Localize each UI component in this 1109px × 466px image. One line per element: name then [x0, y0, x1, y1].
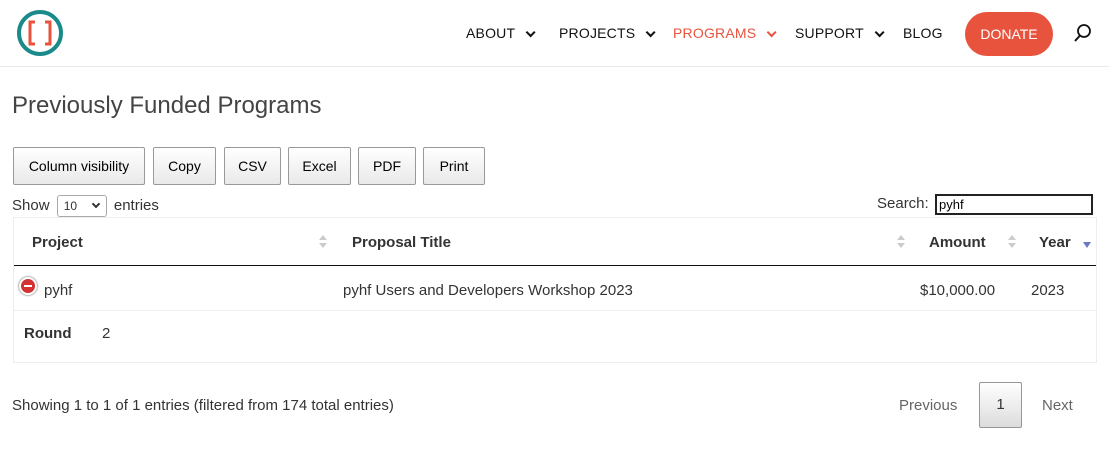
nav-blog-label: BLOG: [903, 25, 943, 41]
pdf-button[interactable]: PDF: [358, 147, 416, 185]
chevron-down-icon: [645, 27, 656, 38]
excel-button[interactable]: Excel: [288, 147, 351, 185]
chevron-down-icon: [766, 27, 777, 38]
print-button[interactable]: Print: [423, 147, 485, 185]
nav-programs[interactable]: PROGRAMS: [673, 25, 777, 41]
entries-length-value: 10: [63, 199, 78, 213]
pagination-page-current[interactable]: 1: [979, 382, 1022, 428]
page-title: Previously Funded Programs: [12, 92, 322, 119]
table-header: Project Proposal Title Amount Year: [14, 218, 1096, 266]
entries-label: entries: [113, 196, 159, 214]
cell-proposal-title: pyhf Users and Developers Workshop 2023: [343, 282, 633, 299]
csv-button[interactable]: CSV: [224, 147, 281, 185]
show-label: Show: [12, 196, 50, 214]
details-round-label: Round: [24, 325, 72, 342]
pagination-next[interactable]: Next: [1042, 397, 1073, 414]
details-round-value: 2: [102, 325, 111, 342]
nav-projects-label: PROJECTS: [559, 25, 636, 41]
nav-about-label: ABOUT: [466, 25, 516, 41]
table-row[interactable]: pyhf pyhf Users and Developers Workshop …: [14, 266, 1096, 311]
pagination-previous[interactable]: Previous: [899, 397, 957, 414]
column-header-proposal-title[interactable]: Proposal Title: [352, 234, 451, 251]
column-visibility-button[interactable]: Column visibility: [13, 147, 145, 185]
sort-icon: [319, 235, 327, 249]
search-input[interactable]: [935, 194, 1093, 215]
site-header: ABOUT PROJECTS PROGRAMS SUPPORT BLOG DON…: [0, 0, 1109, 66]
search-icon[interactable]: [1073, 23, 1093, 43]
column-header-year[interactable]: Year: [1039, 234, 1071, 251]
search-label: Search:: [877, 195, 929, 212]
nav-about[interactable]: ABOUT: [466, 25, 536, 41]
nav-blog[interactable]: BLOG: [903, 25, 943, 41]
nav-support-label: SUPPORT: [795, 25, 864, 41]
row-details: [14, 312, 1096, 362]
collapse-row-icon[interactable]: [19, 277, 37, 295]
column-header-amount[interactable]: Amount: [929, 234, 986, 251]
donate-button[interactable]: DONATE: [965, 12, 1053, 56]
chevron-down-icon: [91, 199, 100, 209]
table-info: Showing 1 to 1 of 1 entries (filtered fr…: [12, 397, 394, 414]
column-header-project[interactable]: Project: [32, 234, 83, 251]
cell-year: 2023: [1031, 282, 1065, 299]
sort-descending-icon: [1083, 242, 1091, 248]
nav-projects[interactable]: PROJECTS: [559, 25, 656, 41]
funded-programs-table: Project Proposal Title Amount Year pyhf …: [13, 217, 1097, 363]
sort-icon: [897, 235, 905, 249]
chevron-down-icon: [874, 27, 885, 38]
main-nav: ABOUT PROJECTS PROGRAMS SUPPORT BLOG DON…: [0, 0, 1109, 66]
copy-button[interactable]: Copy: [153, 147, 216, 185]
cell-project: pyhf: [44, 282, 73, 299]
sort-icon: [1008, 235, 1016, 249]
entries-length-control: Show 10 entries: [12, 195, 159, 217]
nav-programs-label: PROGRAMS: [673, 25, 757, 41]
nav-support[interactable]: SUPPORT: [795, 25, 885, 41]
cell-amount: $10,000.00: [920, 282, 996, 299]
chevron-down-icon: [525, 27, 536, 38]
entries-length-select[interactable]: 10: [56, 195, 107, 217]
